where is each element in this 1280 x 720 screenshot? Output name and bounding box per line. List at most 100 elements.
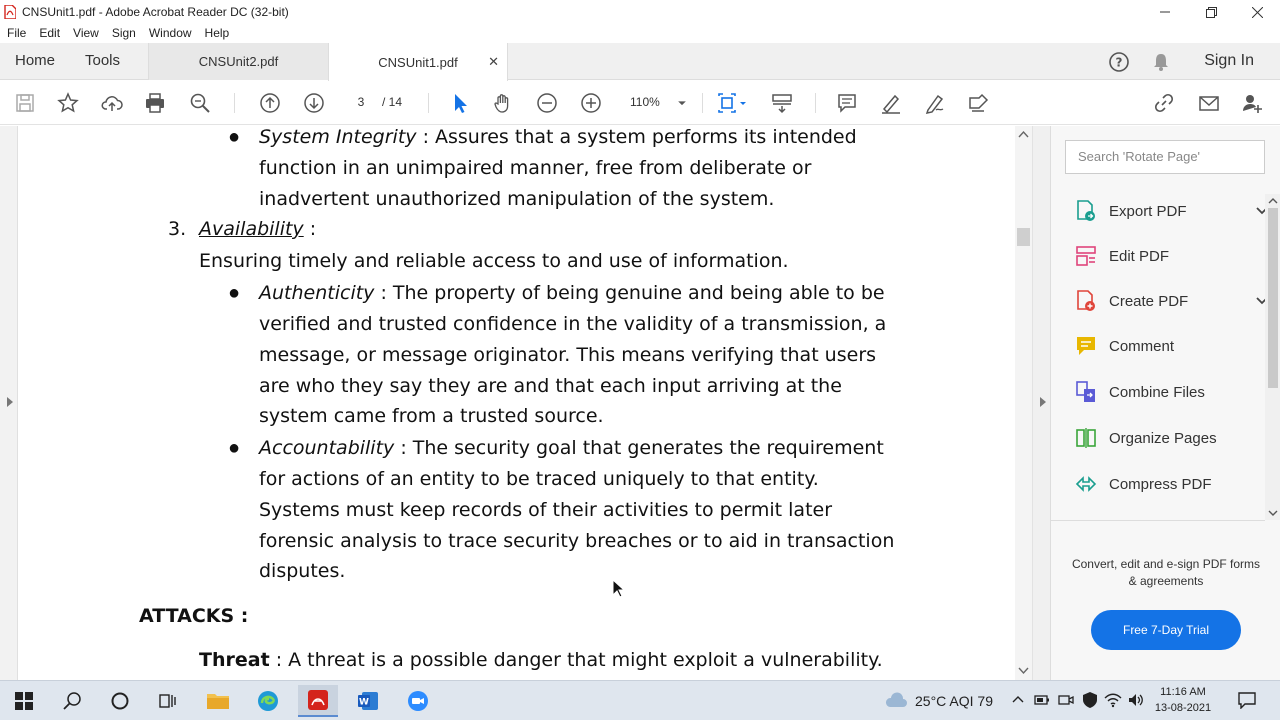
- scroll-up-icon[interactable]: [1265, 196, 1280, 206]
- wifi-icon[interactable]: [1104, 692, 1122, 708]
- menu-file[interactable]: File: [7, 26, 26, 40]
- file-explorer-button[interactable]: [198, 685, 238, 717]
- left-pane-toggle-strip[interactable]: [0, 126, 18, 680]
- weather-cloud-icon: [885, 692, 907, 707]
- tool-comment[interactable]: Comment: [1073, 331, 1174, 361]
- zoom-dropdown-button[interactable]: [672, 90, 692, 116]
- tool-label: Export PDF: [1109, 202, 1187, 220]
- document-scrollbar[interactable]: [1015, 126, 1032, 680]
- folder-icon: [207, 694, 229, 709]
- notification-center-icon[interactable]: [1237, 691, 1257, 709]
- sign-in-link[interactable]: Sign In: [1204, 52, 1254, 70]
- menu-edit[interactable]: Edit: [39, 26, 60, 40]
- next-page-button[interactable]: [301, 90, 327, 116]
- email-button[interactable]: [1196, 90, 1222, 116]
- upload-button[interactable]: [99, 90, 125, 116]
- save-button[interactable]: [12, 90, 38, 116]
- taskbar-clock[interactable]: 11:16 AM 13-08-2021: [1150, 684, 1216, 716]
- term-availability: Availability: [199, 218, 304, 240]
- export-pdf-icon: [1073, 198, 1099, 224]
- scroll-up-icon[interactable]: [1015, 129, 1032, 141]
- notifications-button[interactable]: [1150, 43, 1172, 80]
- menu-help[interactable]: Help: [205, 26, 230, 40]
- bookmark-button[interactable]: [55, 90, 81, 116]
- scroll-down-icon[interactable]: [1265, 508, 1280, 518]
- edge-browser-button[interactable]: [248, 685, 288, 717]
- tools-scrollbar[interactable]: [1265, 194, 1280, 520]
- doc-line: Ensuring timely and reliable access to a…: [199, 250, 789, 272]
- scroll-down-icon[interactable]: [1015, 665, 1032, 677]
- tab-tools[interactable]: Tools: [85, 52, 120, 69]
- scrollbar-thumb[interactable]: [1017, 228, 1030, 246]
- weather-text[interactable]: 25°C AQI 79: [915, 693, 993, 709]
- close-tab-icon[interactable]: ✕: [488, 54, 499, 70]
- windows-logo-icon: [15, 692, 33, 710]
- minimize-button[interactable]: [1142, 0, 1188, 24]
- start-button[interactable]: [4, 685, 44, 717]
- print-button[interactable]: [142, 90, 168, 116]
- document-viewport[interactable]: ● System Integrity : Assures that a syst…: [0, 126, 1032, 680]
- tab-home[interactable]: Home: [15, 52, 55, 69]
- chevron-down-icon: [678, 101, 686, 106]
- term-threat: Threat: [199, 649, 270, 671]
- previous-page-button[interactable]: [257, 90, 283, 116]
- highlighter-icon: [882, 94, 900, 114]
- right-pane-toggle-strip[interactable]: [1032, 126, 1050, 680]
- tool-compress-pdf[interactable]: Compress PDF: [1073, 469, 1212, 499]
- edit-button[interactable]: [966, 90, 992, 116]
- word-button[interactable]: W: [348, 685, 388, 717]
- hand-tool-button[interactable]: [490, 90, 516, 116]
- tab-document-cnsunit2[interactable]: CNSUnit2.pdf: [148, 43, 328, 80]
- comment-button[interactable]: [834, 90, 860, 116]
- doc-text: : The property of being genuine and bein…: [374, 282, 885, 304]
- svg-text:W: W: [359, 698, 369, 708]
- search-icon: [63, 692, 81, 710]
- page-number-input[interactable]: 3: [348, 92, 374, 112]
- clock-date: 13-08-2021: [1154, 702, 1212, 714]
- zoom-out-button[interactable]: [534, 90, 560, 116]
- tool-combine-files[interactable]: Combine Files: [1073, 377, 1205, 407]
- scrollbar-thumb[interactable]: [1268, 208, 1278, 388]
- acrobat-taskbar-button[interactable]: [298, 685, 338, 717]
- arrow-down-circle-icon: [304, 93, 324, 113]
- doc-line: function in an unimpaired manner, free f…: [259, 157, 812, 179]
- battery-icon[interactable]: [1034, 693, 1050, 707]
- tools-search-input[interactable]: Search 'Rotate Page': [1065, 140, 1265, 174]
- close-window-button[interactable]: [1234, 0, 1280, 24]
- find-button[interactable]: [187, 90, 213, 116]
- zoom-app-button[interactable]: [398, 685, 438, 717]
- doc-text: : The security goal that generates the r…: [394, 437, 884, 459]
- page-display-button[interactable]: [714, 90, 750, 116]
- tab-document-cnsunit1[interactable]: CNSUnit1.pdf ✕: [328, 43, 508, 81]
- arrow-up-circle-icon: [260, 93, 280, 113]
- compress-pdf-icon: [1073, 471, 1099, 497]
- security-shield-icon[interactable]: [1082, 691, 1098, 709]
- tool-create-pdf[interactable]: Create PDF: [1073, 286, 1268, 316]
- tool-edit-pdf[interactable]: Edit PDF: [1073, 241, 1169, 271]
- meet-now-icon[interactable]: [1058, 693, 1074, 707]
- menu-sign[interactable]: Sign: [112, 26, 136, 40]
- task-view-button[interactable]: [148, 685, 188, 717]
- volume-icon[interactable]: [1127, 692, 1145, 708]
- chevron-up-icon[interactable]: [1012, 694, 1024, 704]
- select-tool-button[interactable]: [447, 90, 473, 116]
- scroll-mode-button[interactable]: [769, 90, 795, 116]
- menu-window[interactable]: Window: [149, 26, 192, 40]
- cortana-button[interactable]: [100, 685, 140, 717]
- tool-organize-pages[interactable]: Organize Pages: [1073, 423, 1217, 453]
- doc-line: Threat : A threat is a possible danger t…: [199, 649, 883, 671]
- create-pdf-icon: [1073, 288, 1099, 314]
- free-trial-button[interactable]: Free 7-Day Trial: [1091, 610, 1241, 650]
- sign-button[interactable]: [922, 90, 948, 116]
- menu-view[interactable]: View: [73, 26, 99, 40]
- add-people-button[interactable]: [1239, 90, 1265, 116]
- zoom-in-button[interactable]: [578, 90, 604, 116]
- restore-button[interactable]: [1188, 0, 1234, 24]
- star-icon: [57, 92, 79, 113]
- help-button[interactable]: ?: [1108, 43, 1130, 80]
- zoom-level-select[interactable]: 110%: [630, 92, 660, 112]
- highlight-button[interactable]: [878, 90, 904, 116]
- search-button[interactable]: [52, 685, 92, 717]
- tool-export-pdf[interactable]: Export PDF: [1073, 196, 1268, 226]
- share-link-button[interactable]: [1151, 90, 1177, 116]
